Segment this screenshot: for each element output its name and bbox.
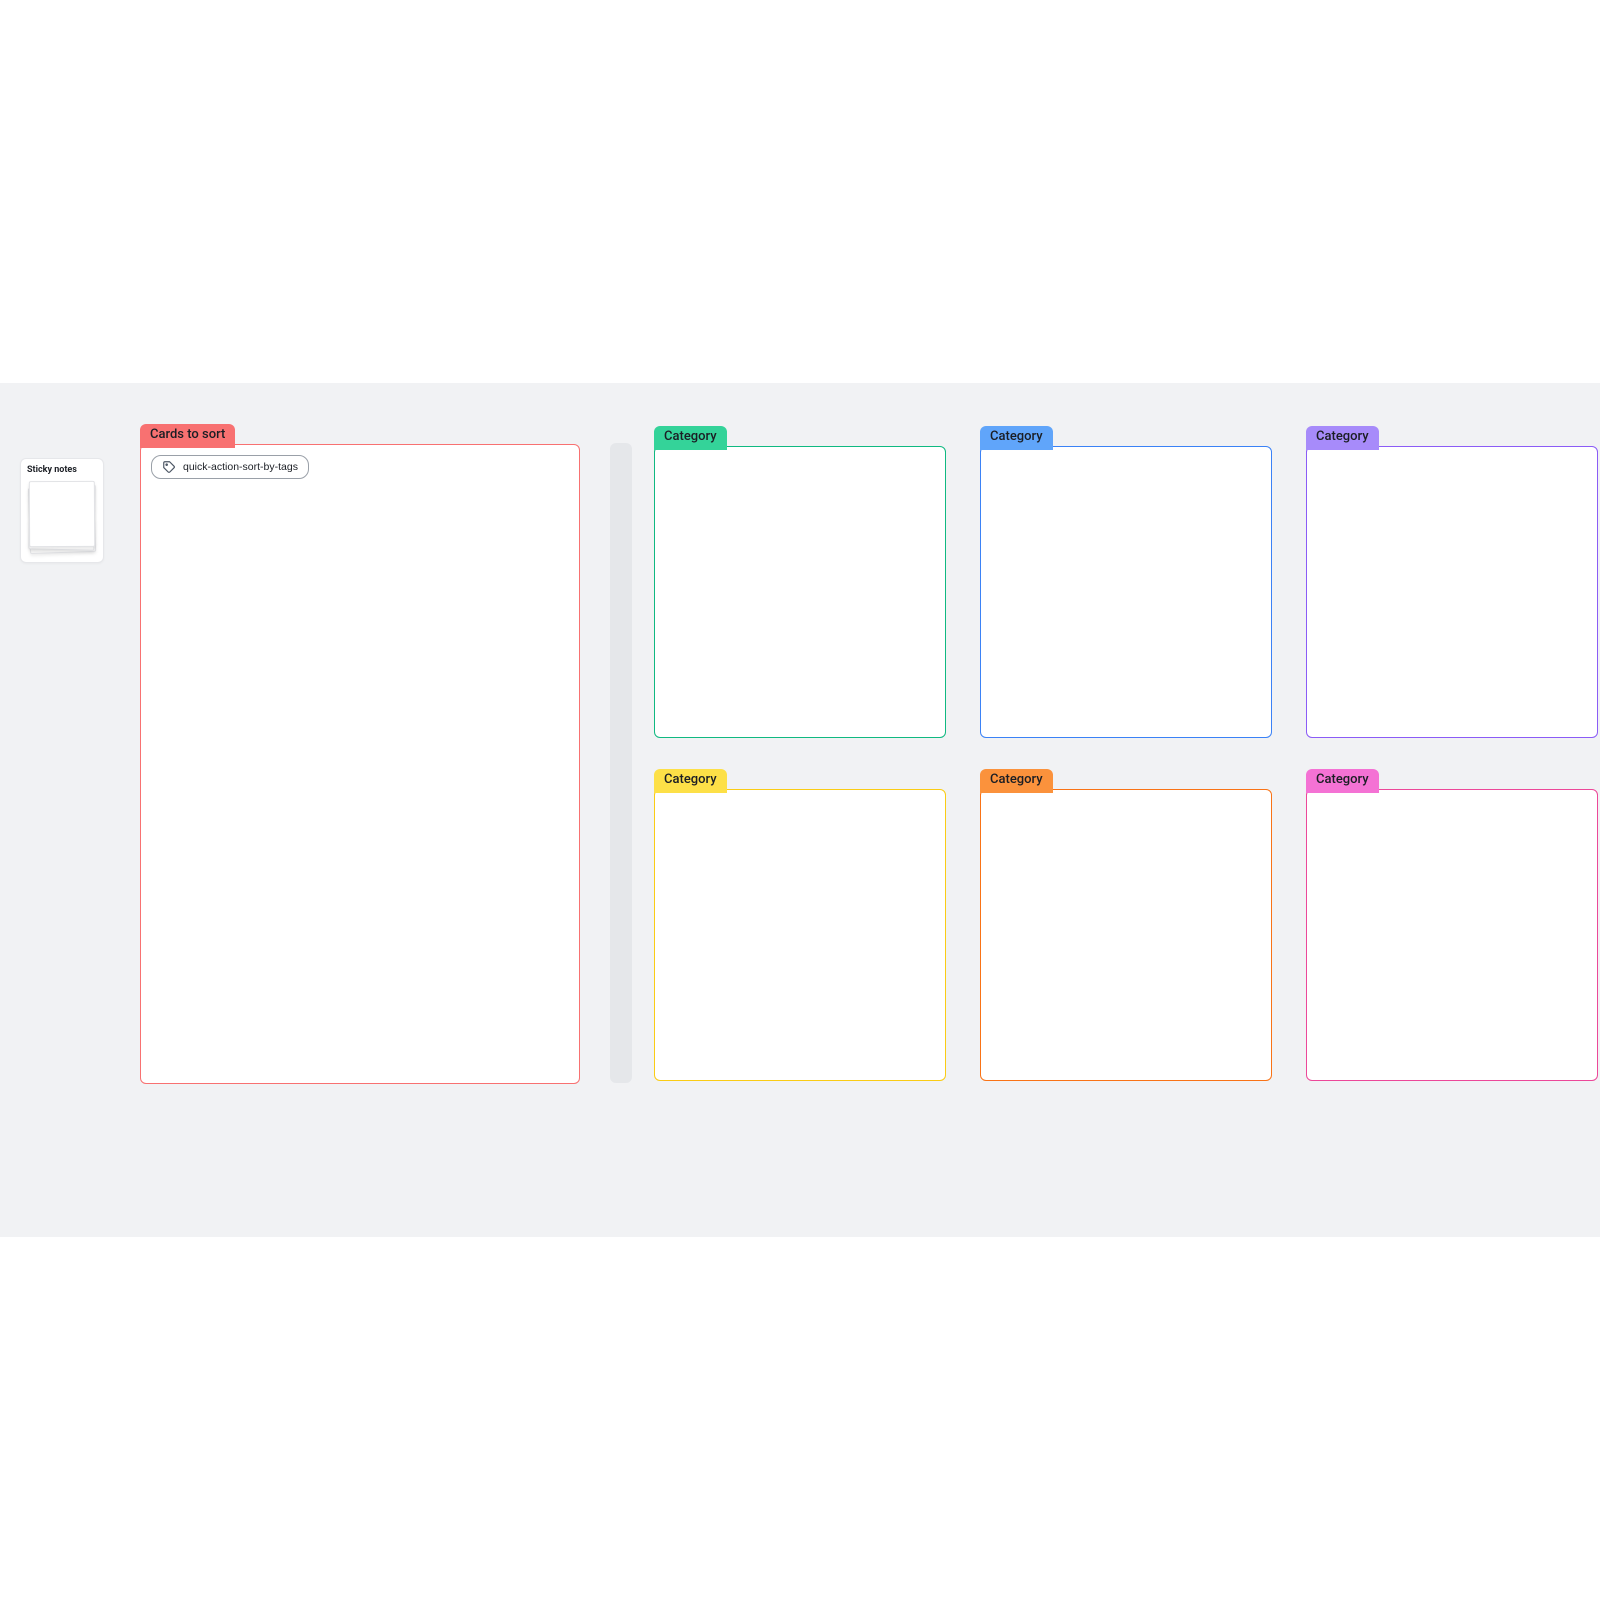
cards-to-sort-label[interactable]: Cards to sort bbox=[140, 424, 235, 448]
category-label-3[interactable]: Category bbox=[654, 769, 727, 793]
category-frame-2[interactable] bbox=[1306, 446, 1598, 738]
category-column-4: Category bbox=[980, 768, 1272, 1081]
category-frame-0[interactable] bbox=[654, 446, 946, 738]
canvas-area[interactable]: Sticky notes Cards to sort quick-action-… bbox=[0, 383, 1600, 1237]
sticky-notes-palette[interactable]: Sticky notes bbox=[20, 458, 104, 563]
sticky-note-stack-icon[interactable] bbox=[29, 481, 95, 553]
category-label-1[interactable]: Category bbox=[980, 426, 1053, 450]
cards-to-sort-frame[interactable]: quick-action-sort-by-tags bbox=[140, 444, 580, 1084]
sticky-notes-title: Sticky notes bbox=[27, 465, 97, 475]
quick-action-sort-by-tags[interactable]: quick-action-sort-by-tags bbox=[151, 455, 309, 479]
category-frame-4[interactable] bbox=[980, 789, 1272, 1081]
tag-icon bbox=[162, 460, 176, 474]
category-grid: Category Category Category Category Cate… bbox=[654, 425, 1600, 1111]
cards-to-sort-column: Cards to sort quick-action-sort-by-tags bbox=[140, 423, 580, 1084]
category-label-0[interactable]: Category bbox=[654, 426, 727, 450]
category-column-3: Category bbox=[654, 768, 946, 1081]
column-divider[interactable] bbox=[610, 443, 632, 1083]
category-label-2[interactable]: Category bbox=[1306, 426, 1379, 450]
category-frame-3[interactable] bbox=[654, 789, 946, 1081]
category-column-5: Category bbox=[1306, 768, 1598, 1081]
category-label-5[interactable]: Category bbox=[1306, 769, 1379, 793]
category-label-4[interactable]: Category bbox=[980, 769, 1053, 793]
quick-action-label: quick-action-sort-by-tags bbox=[183, 461, 298, 473]
category-frame-5[interactable] bbox=[1306, 789, 1598, 1081]
category-column-2: Category bbox=[1306, 425, 1598, 738]
category-column-1: Category bbox=[980, 425, 1272, 738]
category-frame-1[interactable] bbox=[980, 446, 1272, 738]
category-column-0: Category bbox=[654, 425, 946, 738]
